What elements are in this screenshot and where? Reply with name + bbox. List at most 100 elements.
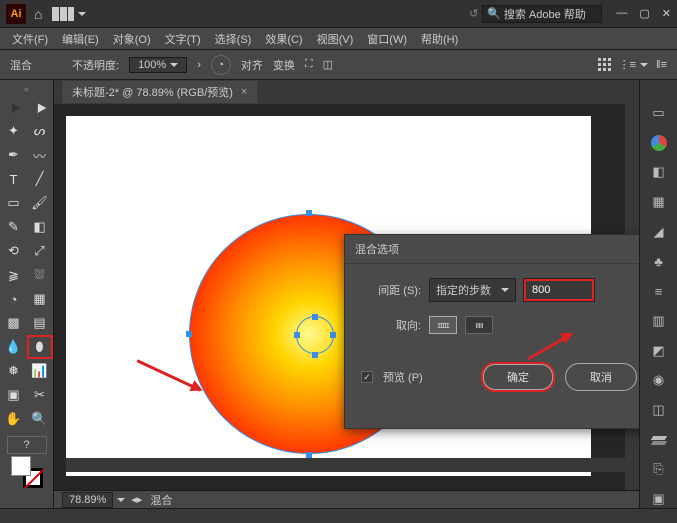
symbol-sprayer-tool[interactable]: ❅ — [2, 360, 26, 382]
menu-file[interactable]: 文件(F) — [6, 29, 54, 49]
menu-effect[interactable]: 效果(C) — [259, 29, 308, 49]
style-button[interactable]: ◔ — [211, 55, 231, 75]
scale-tool[interactable]: ⤢ — [28, 240, 52, 262]
chevron-down-icon[interactable] — [117, 498, 125, 502]
document-tab[interactable]: 未标题-2* @ 78.89% (RGB/预览) × — [62, 81, 257, 103]
orientation-align-page[interactable]: ɪɪɪɪɪ — [429, 316, 457, 334]
paintbrush-tool[interactable]: 🖌 — [28, 192, 52, 214]
curvature-tool[interactable]: 〰 — [28, 144, 52, 166]
shape-builder-tool[interactable]: ◔ — [2, 288, 26, 310]
blend-tool[interactable]: ⬮ — [28, 336, 52, 358]
anchor-point[interactable] — [306, 210, 312, 216]
spacing-value-input[interactable]: 800 — [524, 279, 594, 301]
gradient-panel-icon[interactable]: ▥ — [649, 312, 669, 330]
menu-window[interactable]: 窗口(W) — [361, 29, 413, 49]
zoom-tool[interactable]: 🔍 — [28, 408, 52, 430]
slice-tool[interactable]: ✂ — [28, 384, 52, 406]
transparency-panel-icon[interactable]: ◩ — [649, 342, 669, 360]
magic-wand-tool[interactable]: ✦ — [2, 120, 26, 142]
menu-edit[interactable]: 编辑(E) — [56, 29, 105, 49]
zoom-level[interactable]: 78.89% — [62, 492, 113, 508]
artboard-tool[interactable]: ▣ — [2, 384, 26, 406]
properties-panel-icon[interactable]: ▭ — [649, 104, 669, 122]
search-input[interactable]: 🔍 搜索 Adobe 帮助 — [482, 5, 602, 23]
color-panel-icon[interactable] — [649, 134, 669, 152]
minimize-button[interactable]: — — [616, 7, 627, 20]
lasso-tool[interactable]: ᔕ — [28, 120, 52, 142]
opacity-input[interactable]: 100% — [129, 57, 187, 73]
perspective-tool[interactable]: ▦ — [28, 288, 52, 310]
asset-export-panel-icon[interactable]: ⎘ — [649, 461, 669, 479]
swatches-panel-icon[interactable]: ▦ — [649, 193, 669, 211]
spacing-type-select[interactable]: 指定的步数 — [429, 278, 516, 302]
tab-title: 未标题-2* @ 78.89% (RGB/预览) — [72, 84, 233, 100]
fill-stroke-swatch[interactable] — [11, 456, 43, 488]
search-icon: 🔍 — [487, 7, 501, 20]
tab-close-icon[interactable]: × — [241, 86, 247, 98]
line-tool[interactable]: ╱ — [28, 168, 52, 190]
chevron-down-icon[interactable] — [78, 12, 86, 16]
cancel-button[interactable]: 取消 — [565, 363, 637, 391]
menu-view[interactable]: 视图(V) — [311, 29, 360, 49]
rectangle-tool[interactable]: ▭ — [2, 192, 26, 214]
menu-type[interactable]: 文字(T) — [159, 29, 207, 49]
orientation-label: 取向: — [361, 317, 421, 333]
brushes-panel-icon[interactable]: ◢ — [649, 223, 669, 241]
preview-label: 预览 (P) — [383, 369, 423, 385]
flyout-menu-icon[interactable]: ‖≡ — [656, 59, 667, 71]
column-graph-tool[interactable]: 📊 — [28, 360, 52, 382]
shaper-tool[interactable]: ✎ — [2, 216, 26, 238]
graphic-styles-panel-icon[interactable]: ◫ — [649, 401, 669, 419]
transform-link[interactable]: 变换 — [273, 57, 295, 73]
mesh-tool[interactable]: ▩ — [2, 312, 26, 334]
free-transform-tool[interactable]: ⛆ — [28, 264, 52, 286]
symbols-panel-icon[interactable]: ♣ — [649, 253, 669, 271]
width-tool[interactable]: ⫺ — [2, 264, 26, 286]
app-logo: Ai — [6, 4, 26, 24]
maximize-button[interactable]: ▢ — [639, 7, 649, 20]
close-button[interactable]: ✕ — [662, 7, 671, 20]
layers-panel-icon[interactable] — [649, 431, 669, 449]
edit-toolbar[interactable]: ? — [7, 436, 47, 454]
home-icon[interactable]: ⌂ — [34, 6, 42, 22]
anchor-point[interactable] — [186, 331, 192, 337]
ok-button[interactable]: 确定 — [481, 362, 555, 392]
canvas-area[interactable]: 混合选项 间距 (S): 指定的步数 800 取向: ɪɪɪɪɪ ııııı — [54, 104, 639, 490]
scrollbar-horizontal[interactable] — [66, 458, 637, 472]
selection-tool[interactable] — [2, 96, 26, 118]
pen-tool[interactable]: ✒ — [2, 144, 26, 166]
hand-tool[interactable]: ✋ — [2, 408, 26, 430]
inner-circle[interactable] — [296, 316, 334, 354]
fill-swatch[interactable] — [11, 456, 31, 476]
direct-selection-tool[interactable] — [28, 96, 52, 118]
appearance-panel-icon[interactable]: ◉ — [649, 371, 669, 389]
menu-select[interactable]: 选择(S) — [209, 29, 258, 49]
footer-bar — [0, 508, 677, 523]
grid-view-icon[interactable] — [598, 58, 611, 71]
stroke-panel-icon[interactable]: ≡ — [649, 282, 669, 300]
panel-menu-icon[interactable]: ⋮≡ — [619, 58, 648, 71]
menu-object[interactable]: 对象(O) — [107, 29, 157, 49]
align-link[interactable]: 对齐 — [241, 57, 263, 73]
title-bar: Ai ⌂ ↺ 🔍 搜索 Adobe 帮助 — ▢ ✕ — [0, 0, 677, 28]
layout-switcher[interactable] — [52, 7, 74, 21]
flyout-icon[interactable]: › — [197, 59, 201, 71]
eraser-tool[interactable]: ◧ — [28, 216, 52, 238]
gradient-tool[interactable]: ▤ — [28, 312, 52, 334]
blend-options-dialog: 混合选项 间距 (S): 指定的步数 800 取向: ɪɪɪɪɪ ııııı — [344, 234, 639, 429]
isolate-icon[interactable]: ⛶ — [305, 58, 313, 71]
eyedropper-tool[interactable]: 💧 — [2, 336, 26, 358]
artboards-panel-icon[interactable]: ▣ — [649, 490, 669, 508]
spacing-type-value: 指定的步数 — [436, 282, 491, 298]
status-bar: 78.89% ◂▸ 混合 — [54, 490, 639, 508]
type-tool[interactable]: T — [2, 168, 26, 190]
color-guide-panel-icon[interactable]: ◧ — [649, 163, 669, 181]
reset-icon[interactable]: ↺ — [469, 7, 478, 20]
opacity-value: 100% — [138, 59, 166, 71]
dialog-title: 混合选项 — [345, 235, 639, 264]
crop-icon[interactable]: ◫ — [323, 58, 333, 71]
preview-checkbox[interactable]: ✓ — [361, 371, 373, 383]
menu-help[interactable]: 帮助(H) — [415, 29, 464, 49]
orientation-align-path[interactable]: ııııı — [465, 316, 493, 334]
rotate-tool[interactable]: ⟲ — [2, 240, 26, 262]
